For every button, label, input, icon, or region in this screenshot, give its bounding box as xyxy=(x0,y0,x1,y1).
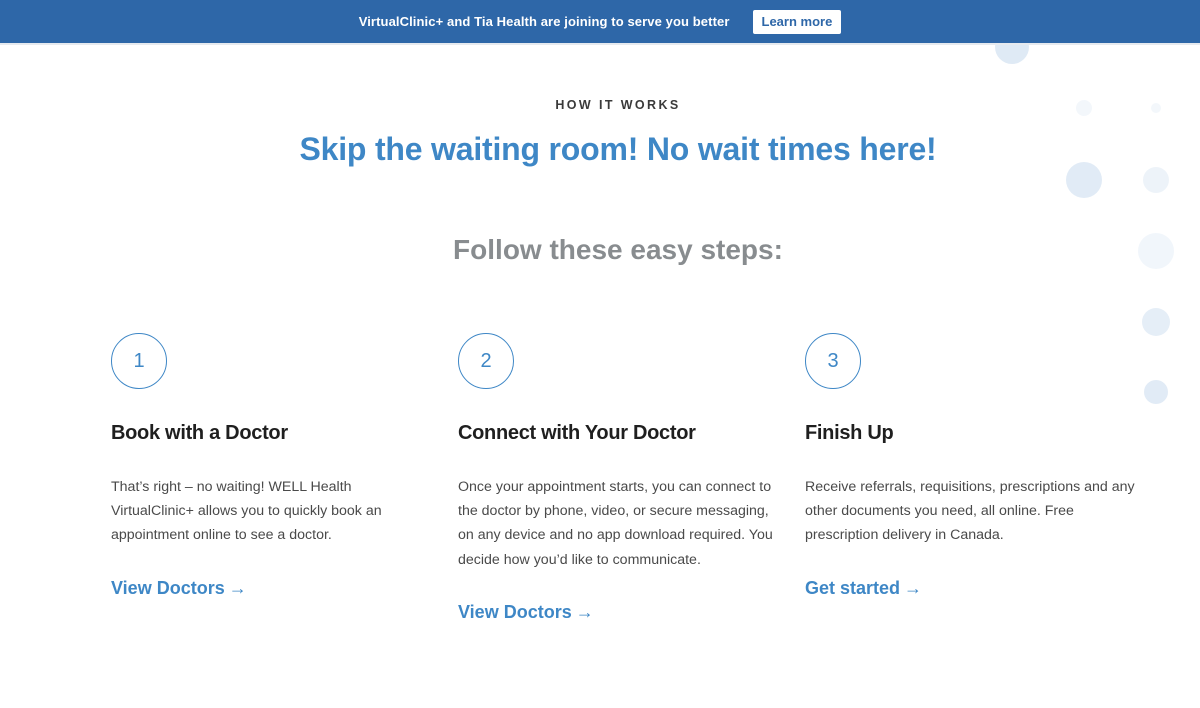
announcement-banner: VirtualClinic+ and Tia Health are joinin… xyxy=(0,0,1200,45)
get-started-link[interactable]: Get started → xyxy=(805,578,922,599)
step-description: Once your appointment starts, you can co… xyxy=(458,479,773,568)
link-label: View Doctors xyxy=(458,601,572,622)
section-eyebrow: HOW IT WORKS xyxy=(555,98,681,112)
decorative-dot xyxy=(1143,167,1169,193)
steps-subhead: Follow these easy steps: xyxy=(453,234,783,265)
arrow-right-icon: → xyxy=(575,601,594,622)
step-number-badge: 1 xyxy=(111,333,167,389)
banner-message: VirtualClinic+ and Tia Health are joinin… xyxy=(358,14,730,29)
step-description: That’s right – no waiting! WELL Health V… xyxy=(111,479,382,544)
step-title: Book with a Doctor xyxy=(111,422,288,444)
decorative-dot xyxy=(1144,380,1168,404)
link-label: View Doctors xyxy=(111,577,225,598)
link-label: Get started xyxy=(805,577,901,598)
learn-more-button[interactable]: Learn more xyxy=(752,9,842,34)
step-title: Finish Up xyxy=(805,422,894,444)
view-doctors-link[interactable]: View Doctors → xyxy=(111,578,247,599)
step-description: Receive referrals, requisitions, prescri… xyxy=(805,479,1135,544)
view-doctors-link[interactable]: View Doctors → xyxy=(458,602,594,623)
arrow-right-icon: → xyxy=(904,577,923,598)
decorative-dot xyxy=(1142,308,1170,336)
step-card-1: 1 Book with a Doctor That’s right – no w… xyxy=(111,333,431,599)
arrow-right-icon: → xyxy=(228,577,247,598)
section-headline: Skip the waiting room! No wait times her… xyxy=(299,131,937,167)
step-title: Connect with Your Doctor xyxy=(458,422,696,444)
step-number-badge: 3 xyxy=(805,333,861,389)
step-number-badge: 2 xyxy=(458,333,514,389)
step-card-2: 2 Connect with Your Doctor Once your app… xyxy=(458,333,778,623)
step-card-3: 3 Finish Up Receive referrals, requisiti… xyxy=(805,333,1135,599)
